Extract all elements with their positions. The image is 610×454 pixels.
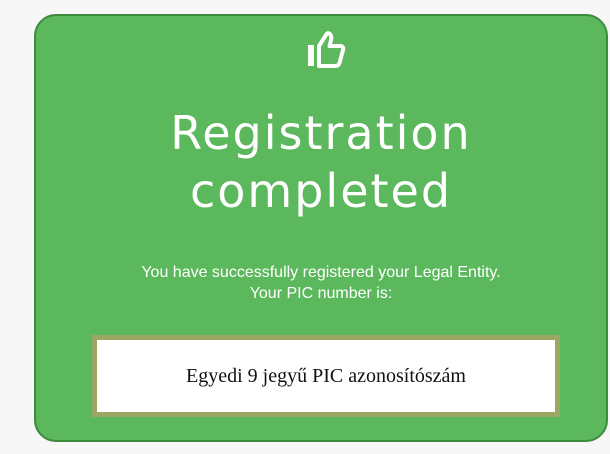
pic-number-value: Egyedi 9 jegyű PIC azonosítószám	[186, 364, 466, 387]
registration-success-card: Registration completed You have successf…	[34, 14, 608, 442]
pic-number-box: Egyedi 9 jegyű PIC azonosítószám	[92, 335, 560, 417]
success-message: You have successfully registered your Le…	[36, 262, 606, 304]
message-line-1: You have successfully registered your Le…	[141, 264, 501, 281]
title-line-2: completed	[189, 164, 453, 218]
title-line-1: Registration	[170, 106, 472, 160]
thumbs-up-icon	[308, 31, 346, 68]
page-title: Registration completed	[36, 104, 606, 220]
message-line-2: Your PIC number is:	[249, 285, 393, 302]
